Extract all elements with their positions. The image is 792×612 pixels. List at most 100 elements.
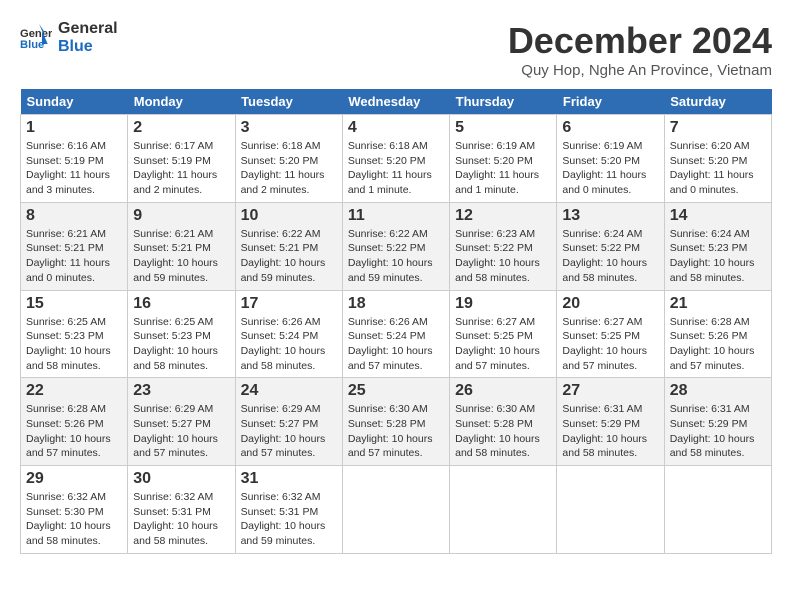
day-number: 27 xyxy=(562,382,658,400)
day-number: 11 xyxy=(348,207,444,225)
day-info: Sunrise: 6:22 AM Sunset: 5:22 PM Dayligh… xyxy=(348,227,444,286)
day-number: 10 xyxy=(241,207,337,225)
calendar-cell: 27 Sunrise: 6:31 AM Sunset: 5:29 PM Dayl… xyxy=(557,378,664,466)
calendar-cell: 24 Sunrise: 6:29 AM Sunset: 5:27 PM Dayl… xyxy=(235,378,342,466)
day-number: 3 xyxy=(241,119,337,137)
day-info: Sunrise: 6:31 AM Sunset: 5:29 PM Dayligh… xyxy=(670,402,766,461)
day-info: Sunrise: 6:20 AM Sunset: 5:20 PM Dayligh… xyxy=(670,139,766,198)
calendar-cell: 8 Sunrise: 6:21 AM Sunset: 5:21 PM Dayli… xyxy=(21,202,128,290)
day-number: 25 xyxy=(348,382,444,400)
calendar-cell: 10 Sunrise: 6:22 AM Sunset: 5:21 PM Dayl… xyxy=(235,202,342,290)
svg-text:General: General xyxy=(20,28,52,40)
calendar-week-4: 22 Sunrise: 6:28 AM Sunset: 5:26 PM Dayl… xyxy=(21,378,772,466)
day-number: 16 xyxy=(133,295,229,313)
calendar-cell xyxy=(664,466,771,554)
day-number: 12 xyxy=(455,207,551,225)
calendar-cell: 16 Sunrise: 6:25 AM Sunset: 5:23 PM Dayl… xyxy=(128,290,235,378)
calendar-cell: 12 Sunrise: 6:23 AM Sunset: 5:22 PM Dayl… xyxy=(450,202,557,290)
calendar-cell: 25 Sunrise: 6:30 AM Sunset: 5:28 PM Dayl… xyxy=(342,378,449,466)
logo-blue: Blue xyxy=(58,38,118,56)
calendar-cell: 17 Sunrise: 6:26 AM Sunset: 5:24 PM Dayl… xyxy=(235,290,342,378)
calendar-cell: 4 Sunrise: 6:18 AM Sunset: 5:20 PM Dayli… xyxy=(342,115,449,203)
calendar-cell: 23 Sunrise: 6:29 AM Sunset: 5:27 PM Dayl… xyxy=(128,378,235,466)
logo-general: General xyxy=(58,20,118,38)
day-info: Sunrise: 6:30 AM Sunset: 5:28 PM Dayligh… xyxy=(455,402,551,461)
day-number: 14 xyxy=(670,207,766,225)
day-info: Sunrise: 6:17 AM Sunset: 5:19 PM Dayligh… xyxy=(133,139,229,198)
day-info: Sunrise: 6:29 AM Sunset: 5:27 PM Dayligh… xyxy=(133,402,229,461)
day-info: Sunrise: 6:31 AM Sunset: 5:29 PM Dayligh… xyxy=(562,402,658,461)
column-header-friday: Friday xyxy=(557,89,664,115)
calendar-cell: 21 Sunrise: 6:28 AM Sunset: 5:26 PM Dayl… xyxy=(664,290,771,378)
calendar-header-row: SundayMondayTuesdayWednesdayThursdayFrid… xyxy=(21,89,772,115)
column-header-monday: Monday xyxy=(128,89,235,115)
day-number: 18 xyxy=(348,295,444,313)
day-number: 26 xyxy=(455,382,551,400)
day-number: 7 xyxy=(670,119,766,137)
day-number: 29 xyxy=(26,470,122,488)
calendar-cell: 22 Sunrise: 6:28 AM Sunset: 5:26 PM Dayl… xyxy=(21,378,128,466)
day-number: 2 xyxy=(133,119,229,137)
day-number: 31 xyxy=(241,470,337,488)
day-number: 22 xyxy=(26,382,122,400)
day-info: Sunrise: 6:29 AM Sunset: 5:27 PM Dayligh… xyxy=(241,402,337,461)
day-number: 20 xyxy=(562,295,658,313)
day-info: Sunrise: 6:28 AM Sunset: 5:26 PM Dayligh… xyxy=(670,315,766,374)
calendar-cell: 7 Sunrise: 6:20 AM Sunset: 5:20 PM Dayli… xyxy=(664,115,771,203)
calendar-cell: 5 Sunrise: 6:19 AM Sunset: 5:20 PM Dayli… xyxy=(450,115,557,203)
calendar-cell: 6 Sunrise: 6:19 AM Sunset: 5:20 PM Dayli… xyxy=(557,115,664,203)
day-info: Sunrise: 6:18 AM Sunset: 5:20 PM Dayligh… xyxy=(348,139,444,198)
page-header: General Blue General Blue December 2024 … xyxy=(20,20,772,79)
day-info: Sunrise: 6:27 AM Sunset: 5:25 PM Dayligh… xyxy=(455,315,551,374)
logo: General Blue General Blue xyxy=(20,20,118,57)
day-info: Sunrise: 6:23 AM Sunset: 5:22 PM Dayligh… xyxy=(455,227,551,286)
day-info: Sunrise: 6:27 AM Sunset: 5:25 PM Dayligh… xyxy=(562,315,658,374)
calendar-cell: 19 Sunrise: 6:27 AM Sunset: 5:25 PM Dayl… xyxy=(450,290,557,378)
calendar-cell: 1 Sunrise: 6:16 AM Sunset: 5:19 PM Dayli… xyxy=(21,115,128,203)
day-info: Sunrise: 6:19 AM Sunset: 5:20 PM Dayligh… xyxy=(455,139,551,198)
calendar-week-3: 15 Sunrise: 6:25 AM Sunset: 5:23 PM Dayl… xyxy=(21,290,772,378)
day-number: 6 xyxy=(562,119,658,137)
svg-text:Blue: Blue xyxy=(20,39,44,51)
location: Quy Hop, Nghe An Province, Vietnam xyxy=(508,62,772,79)
calendar-cell: 9 Sunrise: 6:21 AM Sunset: 5:21 PM Dayli… xyxy=(128,202,235,290)
day-info: Sunrise: 6:19 AM Sunset: 5:20 PM Dayligh… xyxy=(562,139,658,198)
day-number: 5 xyxy=(455,119,551,137)
calendar-cell xyxy=(557,466,664,554)
day-info: Sunrise: 6:25 AM Sunset: 5:23 PM Dayligh… xyxy=(133,315,229,374)
day-number: 19 xyxy=(455,295,551,313)
calendar-cell: 14 Sunrise: 6:24 AM Sunset: 5:23 PM Dayl… xyxy=(664,202,771,290)
day-info: Sunrise: 6:21 AM Sunset: 5:21 PM Dayligh… xyxy=(26,227,122,286)
column-header-sunday: Sunday xyxy=(21,89,128,115)
calendar-cell: 31 Sunrise: 6:32 AM Sunset: 5:31 PM Dayl… xyxy=(235,466,342,554)
day-info: Sunrise: 6:28 AM Sunset: 5:26 PM Dayligh… xyxy=(26,402,122,461)
day-number: 15 xyxy=(26,295,122,313)
day-info: Sunrise: 6:32 AM Sunset: 5:30 PM Dayligh… xyxy=(26,490,122,549)
calendar-cell: 20 Sunrise: 6:27 AM Sunset: 5:25 PM Dayl… xyxy=(557,290,664,378)
calendar-week-2: 8 Sunrise: 6:21 AM Sunset: 5:21 PM Dayli… xyxy=(21,202,772,290)
calendar-cell: 3 Sunrise: 6:18 AM Sunset: 5:20 PM Dayli… xyxy=(235,115,342,203)
calendar-cell: 15 Sunrise: 6:25 AM Sunset: 5:23 PM Dayl… xyxy=(21,290,128,378)
day-info: Sunrise: 6:26 AM Sunset: 5:24 PM Dayligh… xyxy=(348,315,444,374)
day-info: Sunrise: 6:16 AM Sunset: 5:19 PM Dayligh… xyxy=(26,139,122,198)
calendar-table: SundayMondayTuesdayWednesdayThursdayFrid… xyxy=(20,89,772,554)
calendar-week-5: 29 Sunrise: 6:32 AM Sunset: 5:30 PM Dayl… xyxy=(21,466,772,554)
day-info: Sunrise: 6:21 AM Sunset: 5:21 PM Dayligh… xyxy=(133,227,229,286)
calendar-cell xyxy=(450,466,557,554)
day-info: Sunrise: 6:24 AM Sunset: 5:23 PM Dayligh… xyxy=(670,227,766,286)
day-number: 1 xyxy=(26,119,122,137)
calendar-cell: 29 Sunrise: 6:32 AM Sunset: 5:30 PM Dayl… xyxy=(21,466,128,554)
column-header-tuesday: Tuesday xyxy=(235,89,342,115)
title-block: December 2024 Quy Hop, Nghe An Province,… xyxy=(508,20,772,79)
day-number: 28 xyxy=(670,382,766,400)
day-info: Sunrise: 6:24 AM Sunset: 5:22 PM Dayligh… xyxy=(562,227,658,286)
logo-icon: General Blue xyxy=(20,24,52,52)
column-header-saturday: Saturday xyxy=(664,89,771,115)
column-header-thursday: Thursday xyxy=(450,89,557,115)
day-info: Sunrise: 6:30 AM Sunset: 5:28 PM Dayligh… xyxy=(348,402,444,461)
day-number: 13 xyxy=(562,207,658,225)
day-number: 21 xyxy=(670,295,766,313)
day-info: Sunrise: 6:18 AM Sunset: 5:20 PM Dayligh… xyxy=(241,139,337,198)
calendar-cell: 30 Sunrise: 6:32 AM Sunset: 5:31 PM Dayl… xyxy=(128,466,235,554)
day-number: 23 xyxy=(133,382,229,400)
